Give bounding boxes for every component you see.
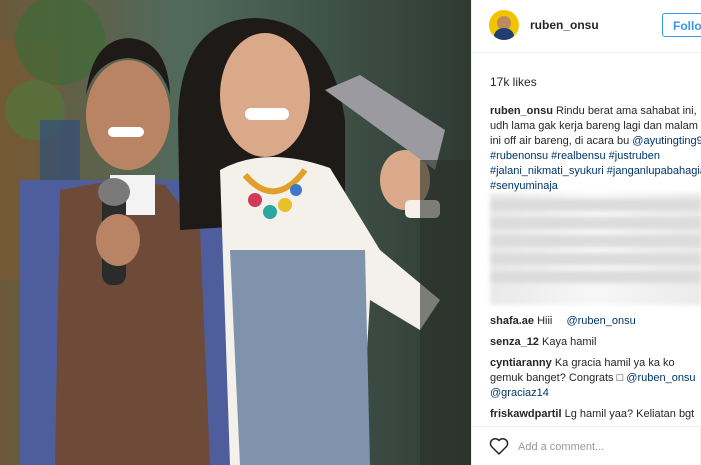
post-caption: ruben_onsu Rindu berat ama sahabat ini, …	[490, 104, 701, 194]
comment-item: cyntiaranny Ka gracia hamil ya ka ko gem…	[490, 356, 701, 401]
post-header: ruben_onsu Follow	[472, 0, 701, 53]
blurred-comments	[490, 193, 701, 305]
post-photo	[0, 0, 471, 465]
add-comment-input[interactable]: Add a comment...	[518, 441, 604, 453]
avatar-body	[494, 28, 514, 40]
heart-icon[interactable]	[489, 437, 509, 455]
comment-list: shafa.ae Hiii @ruben_onsu senza_12 Kaya …	[490, 314, 701, 428]
comment-text: Kaya hamil	[542, 336, 597, 348]
post-side-panel: ruben_onsu Follow 17k likes ruben_onsu R…	[471, 0, 701, 465]
caption-username[interactable]: ruben_onsu	[490, 105, 553, 117]
follow-button[interactable]: Follow	[662, 13, 701, 37]
photo-illustration	[0, 0, 471, 465]
profile-avatar[interactable]	[489, 10, 519, 40]
comment-footer: Add a comment...	[472, 426, 701, 465]
comment-text: Hiii	[537, 315, 564, 327]
comment-item: senza_12 Kaya hamil	[490, 335, 701, 350]
like-count[interactable]: 17k likes	[490, 75, 537, 89]
post-username[interactable]: ruben_onsu	[530, 18, 599, 32]
comment-text: Lg hamil yaa? Keliatan bgt	[564, 408, 695, 420]
comment-username[interactable]: cyntiaranny	[490, 357, 552, 369]
comment-username[interactable]: senza_12	[490, 336, 539, 348]
comment-username[interactable]: shafa.ae	[490, 315, 534, 327]
comment-mention[interactable]: @ruben_onsu	[566, 315, 635, 327]
comment-item: shafa.ae Hiii @ruben_onsu	[490, 314, 701, 329]
comment-username[interactable]: friskawdpartil	[490, 408, 562, 420]
comment-item: friskawdpartil Lg hamil yaa? Keliatan bg…	[490, 407, 701, 422]
